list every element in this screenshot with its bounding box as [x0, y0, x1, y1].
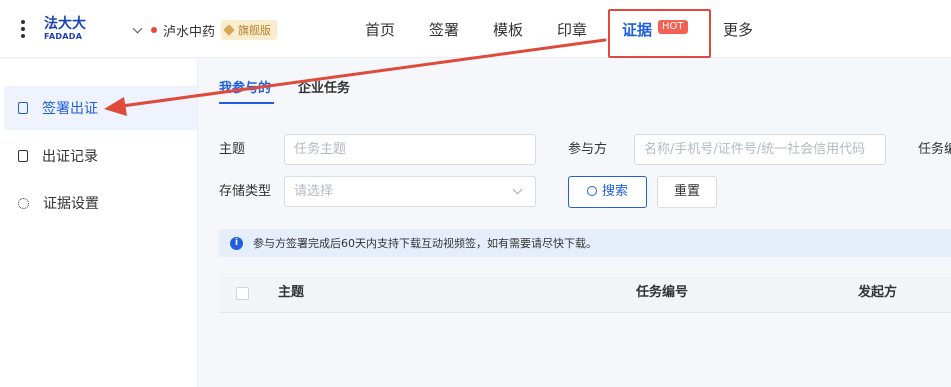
- edition-badge-label: 旗舰版: [238, 24, 272, 37]
- column-initiator: 发起方: [858, 285, 898, 300]
- edition-badge: 旗舰版: [221, 20, 278, 40]
- storage-type-placeholder: 请选择: [294, 184, 334, 199]
- chevron-down-icon: [132, 23, 143, 33]
- subject-label: 主题: [219, 142, 246, 157]
- org-switcher[interactable]: 泸水中药 旗舰版: [130, 19, 278, 41]
- reset-button[interactable]: 重置: [657, 176, 717, 208]
- sidebar-item-label: 签署出证: [42, 101, 98, 117]
- sidebar: 签署出证 出证记录 证据设置: [0, 59, 198, 387]
- search-button[interactable]: 搜索: [568, 176, 647, 208]
- table-header: 主题 任务编号 发起方: [219, 273, 951, 313]
- sidebar-item-label: 证据设置: [43, 196, 99, 212]
- column-subject: 主题: [278, 285, 305, 300]
- doc-icon: [18, 102, 28, 114]
- notice-text: 参与方签署完成后60天内支持下载互动视频签，如有需要请尽快下载。: [253, 237, 597, 250]
- storage-type-select[interactable]: 请选择: [284, 176, 536, 207]
- nav-seal[interactable]: 印章: [557, 19, 587, 41]
- tab-active-indicator: [219, 102, 274, 104]
- logo-text-cn: 法大大: [44, 16, 86, 32]
- nav-evidence[interactable]: 证据: [622, 19, 652, 41]
- top-header: 法大大 FADADA 泸水中药 旗舰版 首页 签署 模板 印章 证据 HOT 更…: [0, 0, 951, 58]
- record-icon: [18, 150, 28, 162]
- sidebar-item-evidence-settings[interactable]: 证据设置: [4, 181, 197, 225]
- storage-type-label: 存储类型: [219, 184, 272, 199]
- nav-home[interactable]: 首页: [365, 19, 395, 41]
- fadada-logo[interactable]: 法大大 FADADA: [44, 16, 94, 44]
- nav-template[interactable]: 模板: [493, 19, 523, 41]
- subject-input[interactable]: 任务主题: [284, 134, 536, 165]
- diamond-icon: [223, 24, 235, 36]
- sidebar-item-sign-evidence[interactable]: 签署出证: [4, 86, 197, 130]
- sidebar-item-label: 出证记录: [42, 149, 98, 165]
- tab-my-participation[interactable]: 我参与的: [219, 80, 271, 98]
- status-dot: [151, 27, 157, 33]
- notice-banner: i 参与方签署完成后60天内支持下载互动视频签，如有需要请尽快下载。: [219, 229, 951, 257]
- column-task-number: 任务编号: [636, 285, 689, 300]
- search-icon: [586, 186, 597, 196]
- search-button-label: 搜索: [601, 184, 628, 199]
- party-label: 参与方: [568, 142, 608, 157]
- logo-text-en: FADADA: [44, 32, 83, 41]
- nav-more[interactable]: 更多: [723, 19, 753, 41]
- gear-icon: [18, 197, 29, 209]
- sidebar-item-evidence-records[interactable]: 出证记录: [4, 134, 197, 178]
- task-number-label: 任务编: [918, 142, 951, 157]
- more-vertical-icon[interactable]: [20, 20, 26, 40]
- select-all-checkbox[interactable]: [236, 287, 249, 300]
- info-icon: i: [230, 236, 243, 250]
- hot-badge: HOT: [658, 20, 688, 34]
- tab-enterprise-tasks[interactable]: 企业任务: [298, 80, 350, 98]
- party-input[interactable]: 名称/手机号/证件号/统一社会信用代码: [634, 134, 886, 165]
- org-name: 泸水中药: [163, 24, 216, 40]
- nav-sign[interactable]: 签署: [429, 19, 459, 41]
- chevron-down-icon: [512, 184, 523, 195]
